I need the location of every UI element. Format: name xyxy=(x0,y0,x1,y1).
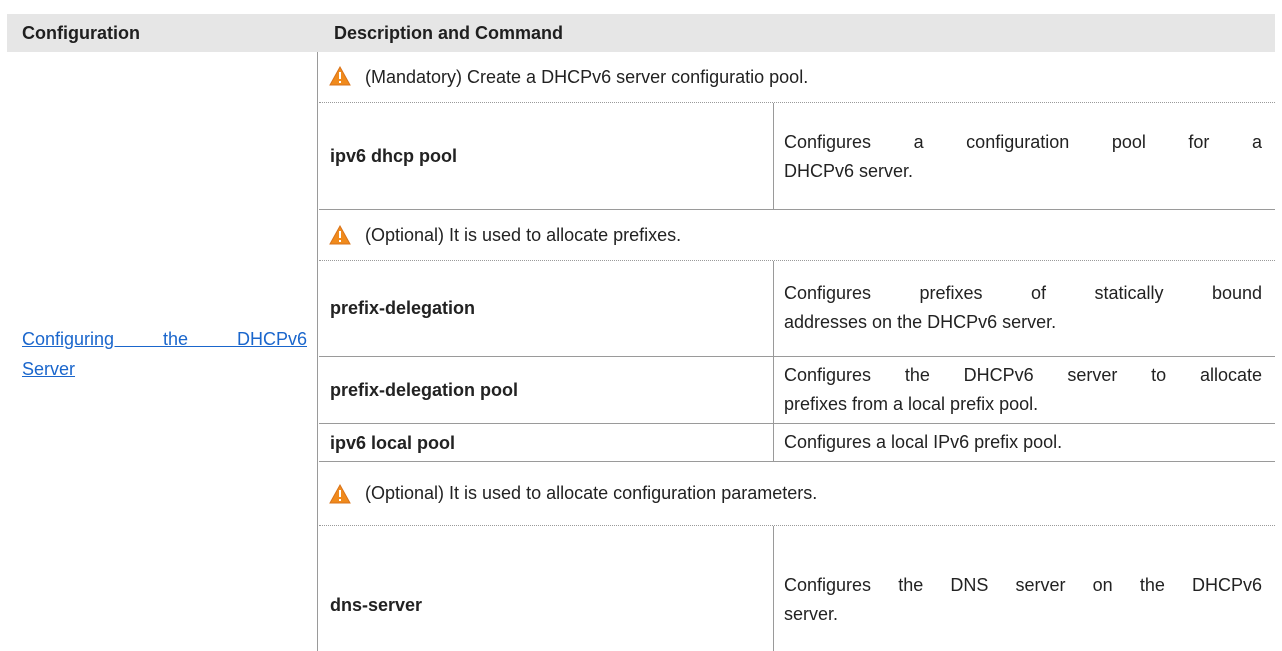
header-configuration: Configuration xyxy=(22,23,140,43)
warning-row-prefixes: (Optional) It is used to allocate prefix… xyxy=(319,210,1275,261)
command-description: Configures a configuration pool for a DH… xyxy=(784,128,1262,186)
warning-triangle-icon xyxy=(329,225,351,245)
warning-row-mandatory: (Mandatory) Create a DHCPv6 server confi… xyxy=(319,52,1275,103)
column-divider xyxy=(773,103,774,209)
table-header: Configuration Description and Command xyxy=(7,14,1275,52)
warning-triangle-icon xyxy=(329,66,351,86)
command-description: Configures the DNS server on the DHCPv6 … xyxy=(784,571,1262,629)
command-row-prefix-delegation-pool: prefix-delegation pool Configures the DH… xyxy=(319,357,1275,424)
config-table: Configuration Description and Command Co… xyxy=(7,14,1275,651)
description-line-1: Configures prefixes of statically bound xyxy=(784,283,1262,303)
warning-text: (Mandatory) Create a DHCPv6 server confi… xyxy=(365,67,809,87)
description-line-1: Configures the DHCPv6 server to allocate xyxy=(784,365,1262,385)
description-line-1: Configures the DNS server on the DHCPv6 xyxy=(784,575,1262,595)
column-divider xyxy=(773,357,774,423)
command-name: dns-server xyxy=(330,595,423,615)
description-line-2: server. xyxy=(784,604,839,624)
description-line-1: Configures a local IPv6 prefix pool. xyxy=(784,432,1063,452)
command-row-prefix-delegation: prefix-delegation Configures prefixes of… xyxy=(319,261,1275,357)
warning-text: (Optional) It is used to allocate config… xyxy=(365,483,818,503)
command-description: Configures a local IPv6 prefix pool. xyxy=(784,428,1262,457)
command-row-dns-server: dns-server Configures the DNS server on … xyxy=(319,526,1275,651)
link-line-1[interactable]: Configuring the DHCPv6 xyxy=(22,324,307,354)
command-description: Configures prefixes of statically bound … xyxy=(784,279,1262,337)
command-name: ipv6 dhcp pool xyxy=(330,146,458,166)
column-divider xyxy=(773,526,774,651)
command-name: prefix-delegation pool xyxy=(330,380,519,400)
link-line-2[interactable]: Server xyxy=(22,359,75,379)
command-row-ipv6-dhcp-pool: ipv6 dhcp pool Configures a configuratio… xyxy=(319,103,1275,210)
warning-row-configuration-parameters: (Optional) It is used to allocate config… xyxy=(319,462,1275,526)
description-line-2: addresses on the DHCPv6 server. xyxy=(784,312,1057,332)
column-divider xyxy=(773,261,774,356)
column-divider xyxy=(773,424,774,461)
command-name: prefix-delegation xyxy=(330,298,476,318)
warning-text: (Optional) It is used to allocate prefix… xyxy=(365,225,682,245)
command-description: Configures the DHCPv6 server to allocate… xyxy=(784,361,1262,419)
description-line-1: Configures a configuration pool for a xyxy=(784,132,1262,152)
description-line-2: prefixes from a local prefix pool. xyxy=(784,394,1039,414)
header-description-command: Description and Command xyxy=(334,23,564,43)
warning-triangle-icon xyxy=(329,484,351,504)
command-name: ipv6 local pool xyxy=(330,433,456,453)
command-row-ipv6-local-pool: ipv6 local pool Configures a local IPv6 … xyxy=(319,424,1275,462)
configuring-dhcpv6-server-link[interactable]: Configuring the DHCPv6 Server xyxy=(22,324,307,384)
description-line-2: DHCPv6 server. xyxy=(784,161,914,181)
configuration-cell: Configuring the DHCPv6 Server xyxy=(7,52,318,651)
